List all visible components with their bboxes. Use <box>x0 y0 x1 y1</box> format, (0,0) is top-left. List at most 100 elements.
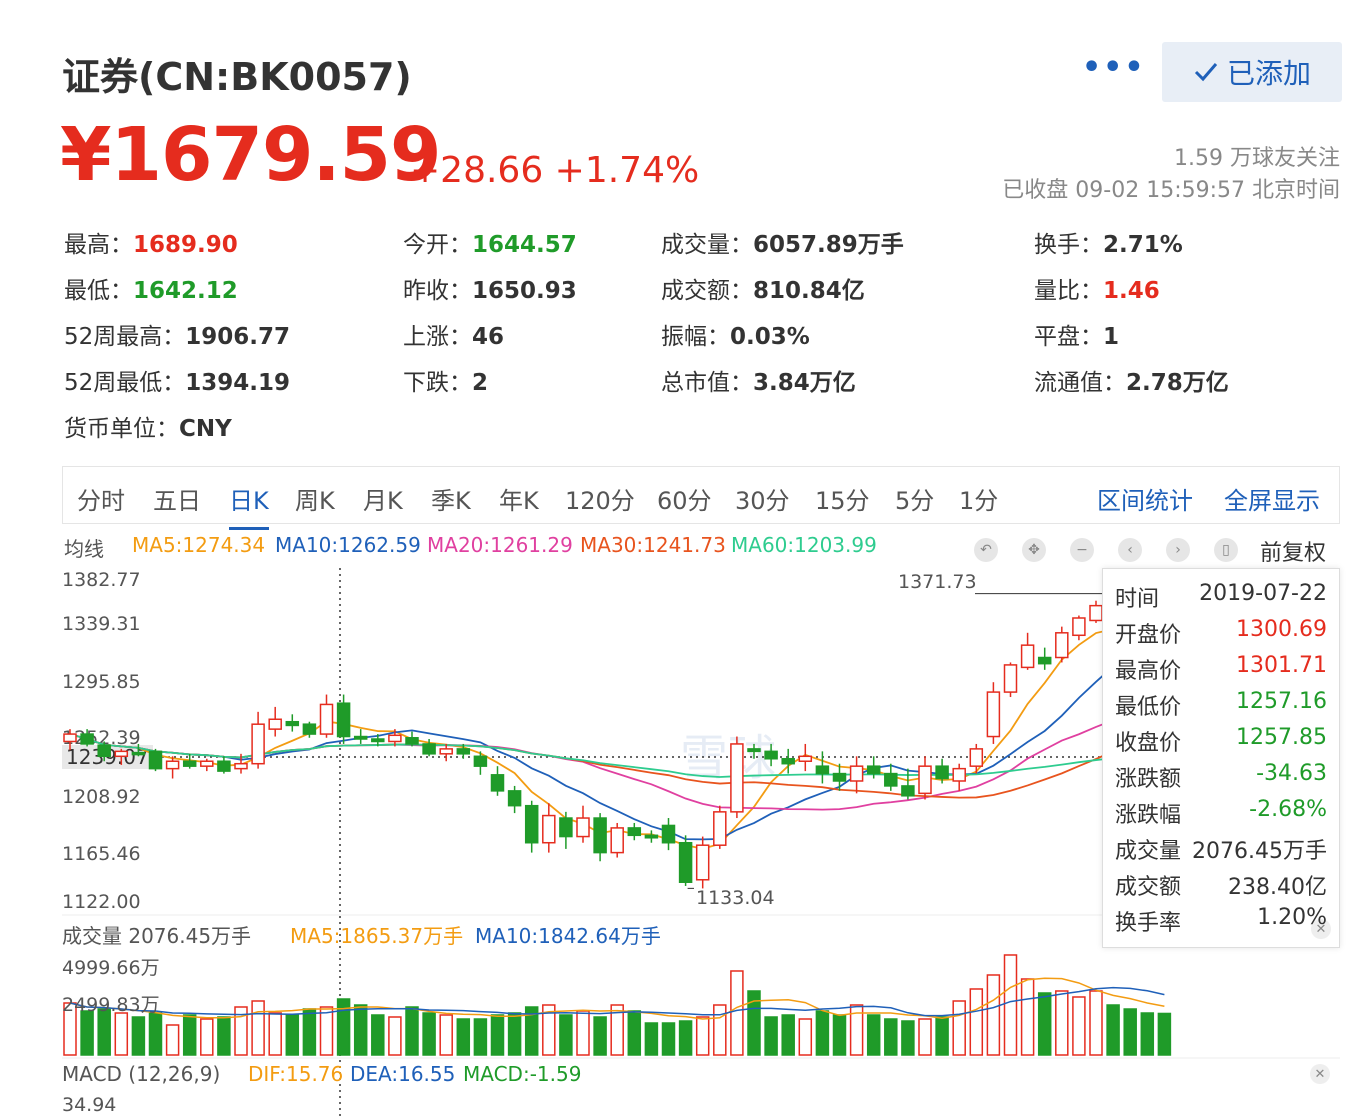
candle-body <box>627 827 642 837</box>
candle-body <box>559 817 573 838</box>
tooltip-value: 1257.16 <box>1236 689 1327 714</box>
volume-bar <box>422 1012 436 1056</box>
volume-bar <box>1003 954 1018 1056</box>
candle-body <box>182 760 197 767</box>
volume-bar <box>986 974 1001 1056</box>
macd-axis-top: 34.94 <box>62 1094 117 1116</box>
candle-body <box>302 723 317 735</box>
candle-body <box>524 804 539 844</box>
volume-bar <box>251 1000 265 1056</box>
volume-bar <box>285 1014 300 1056</box>
candle-body <box>234 762 248 770</box>
volume-bar <box>832 1014 847 1056</box>
candle-body <box>781 758 795 765</box>
candle-body <box>542 814 556 844</box>
candle-body <box>1089 604 1103 622</box>
volume-bar <box>559 1014 573 1056</box>
tooltip-row: 成交量 2076.45万手 <box>1115 833 1327 865</box>
candle-body <box>165 760 180 770</box>
candle-body <box>918 765 932 795</box>
macd-value: MACD:-1.59 <box>463 1062 582 1086</box>
candle-body <box>832 772 847 782</box>
volume-ma5: MA5:1865.37万手 <box>290 924 464 948</box>
tooltip-row: 最高价 1301.71 <box>1115 653 1327 685</box>
volume-bar <box>644 1022 659 1056</box>
candle-body <box>695 844 710 881</box>
candle-body <box>901 785 915 797</box>
tooltip-row: 成交额 238.40亿 <box>1115 869 1327 901</box>
tooltip-value: -2.68% <box>1249 797 1327 822</box>
volume-bar <box>901 1020 915 1056</box>
tooltip-value: 1300.69 <box>1236 617 1327 642</box>
candle-body <box>217 760 231 772</box>
volume-bar <box>627 1010 642 1056</box>
candle-body <box>507 790 522 807</box>
candle-body <box>1072 617 1086 637</box>
volume-bar <box>336 998 351 1056</box>
volume-axis-top: 4999.66万 <box>62 957 160 979</box>
volume-bar <box>114 1012 129 1056</box>
volume-bar <box>80 1010 94 1056</box>
candle-body <box>336 702 351 738</box>
volume-bar <box>200 1018 214 1056</box>
macd-dif: DIF:15.76 <box>248 1062 344 1086</box>
candle-body <box>798 755 813 762</box>
volume-bar <box>1072 996 1086 1056</box>
volume-bar <box>764 1016 778 1056</box>
volume-bar <box>952 1000 966 1056</box>
volume-bar <box>1106 1004 1120 1056</box>
tooltip-label: 涨跌额 <box>1115 767 1182 792</box>
candle-body <box>473 755 488 767</box>
tooltip-label: 成交额 <box>1115 875 1182 900</box>
volume-bar <box>730 970 744 1056</box>
candle-body <box>610 827 624 854</box>
candle-body <box>747 748 761 753</box>
candle-body <box>490 774 505 792</box>
volume-bar <box>473 1018 488 1056</box>
candle-body <box>815 765 830 775</box>
volume-bar <box>182 1014 197 1056</box>
volume-bar <box>935 1016 949 1056</box>
volume-bar <box>884 1018 898 1056</box>
volume-label: 成交量 2076.45万手 <box>62 924 252 948</box>
volume-bar <box>165 1024 180 1056</box>
tooltip-row: 开盘价 1300.69 <box>1115 617 1327 649</box>
volume-bar <box>490 1014 505 1056</box>
volume-ma10: MA10:1842.64万手 <box>475 924 661 948</box>
tooltip-value: 1301.71 <box>1236 653 1327 678</box>
close-macd-icon[interactable]: ✕ <box>1310 1064 1330 1084</box>
candle-body <box>388 734 402 743</box>
volume-bar <box>353 1004 368 1056</box>
candle-tooltip: ✕ 时间 2019-07-22 开盘价 1300.69 最高价 1301.71 最低价 125… <box>1102 568 1340 948</box>
candle-body <box>935 765 949 780</box>
volume-bar <box>1123 1008 1137 1056</box>
volume-bar <box>678 1020 693 1056</box>
volume-bar <box>1140 1012 1155 1056</box>
volume-bar <box>1037 992 1052 1056</box>
tooltip-label: 最高价 <box>1115 659 1182 684</box>
tooltip-label: 开盘价 <box>1115 623 1182 648</box>
macd-label: MACD (12,26,9) <box>62 1062 221 1086</box>
volume-bar <box>781 1014 795 1056</box>
candle-body <box>593 817 607 854</box>
macd-dea: DEA:16.55 <box>350 1062 456 1086</box>
tooltip-value: 1.20% <box>1257 905 1327 930</box>
volume-bar <box>456 1018 471 1056</box>
tooltip-value: 2019-07-22 <box>1199 581 1327 606</box>
tooltip-value: 2076.45万手 <box>1192 839 1327 864</box>
candle-body <box>114 750 129 758</box>
candle-body <box>678 841 693 883</box>
tooltip-label: 换手率 <box>1115 911 1182 936</box>
volume-axis-mid: 2499.83万 <box>62 994 160 1016</box>
candle-body <box>576 817 590 838</box>
candle-body <box>148 750 163 770</box>
candle-body <box>439 748 453 755</box>
candle-body <box>661 824 676 844</box>
candle-body <box>849 765 864 782</box>
volume-bar <box>713 1004 727 1056</box>
volume-bar <box>268 1012 282 1056</box>
candle-body <box>1020 644 1035 669</box>
volume-bar <box>371 1014 385 1056</box>
tooltip-row: 涨跌幅 -2.68% <box>1115 797 1327 829</box>
volume-bar <box>798 1018 813 1056</box>
